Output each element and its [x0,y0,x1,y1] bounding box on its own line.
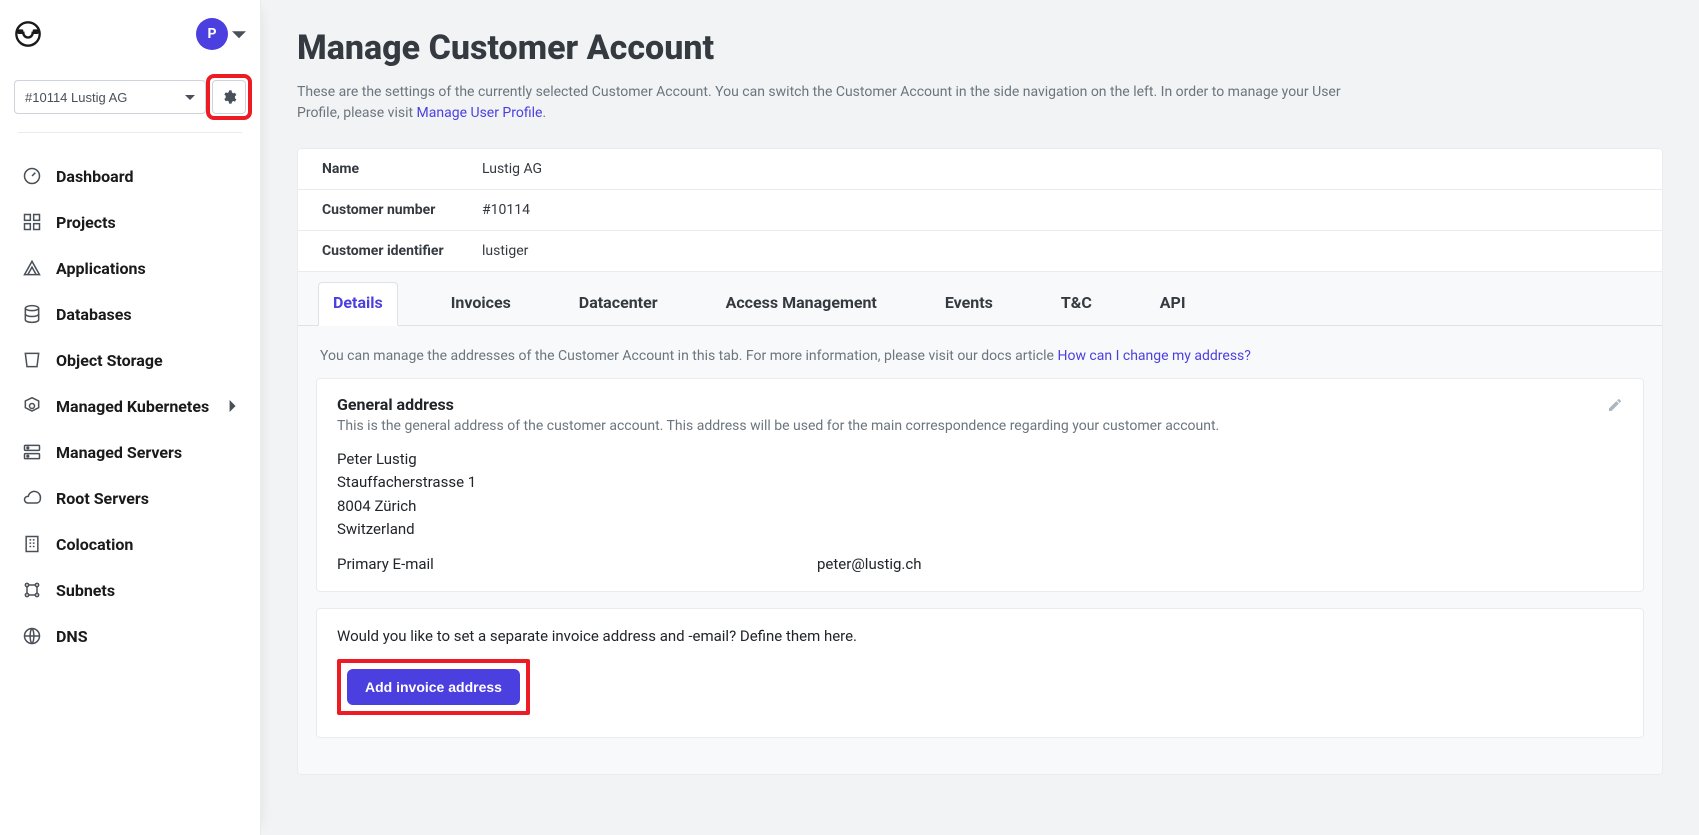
tab-tc[interactable]: T&C [1046,282,1107,325]
sidebar-item-label: Root Servers [56,489,149,508]
sidebar-item-dns[interactable]: DNS [14,613,246,659]
sidebar-item-dashboard[interactable]: Dashboard [14,153,246,199]
info-label: Name [322,161,482,177]
invoice-address-card: Would you like to set a separate invoice… [316,608,1644,738]
email-label: Primary E-mail [337,555,817,573]
sidebar-item-label: Applications [56,259,146,278]
invoice-prompt: Would you like to set a separate invoice… [337,627,1623,645]
bucket-icon [22,350,42,370]
account-selector[interactable]: #10114 Lustig AG [14,80,206,114]
tab-help: You can manage the addresses of the Cust… [316,342,1644,378]
grid-icon [22,212,42,232]
gauge-icon [22,166,42,186]
card-desc: This is the general address of the custo… [337,418,1219,434]
info-label: Customer number [322,202,482,218]
sidebar-item-label: Subnets [56,581,115,600]
chevron-down-icon [232,27,246,41]
tab-api[interactable]: API [1145,282,1201,325]
info-value: #10114 [482,202,530,218]
address-line: Stauffacherstrasse 1 [337,471,1623,494]
sidebar-item-label: Databases [56,305,132,324]
info-value: lustiger [482,243,528,259]
sidebar-item-object-storage[interactable]: Object Storage [14,337,246,383]
general-address-card: General address This is the general addr… [316,378,1644,592]
docs-link[interactable]: How can I change my address? [1057,348,1250,364]
tab-details[interactable]: Details [318,282,398,326]
gear-icon [221,89,237,105]
sidebar-item-label: Managed Servers [56,443,182,462]
tab-access-management[interactable]: Access Management [711,282,892,325]
sidebar-item-databases[interactable]: Databases [14,291,246,337]
tabs: Details Invoices Datacenter Access Manag… [298,272,1662,326]
manage-user-profile-link[interactable]: Manage User Profile [417,105,543,121]
sidebar-item-label: Managed Kubernetes [56,397,209,416]
globe-icon [22,626,42,646]
info-row: Name Lustig AG [298,149,1662,189]
server-icon [22,442,42,462]
sidebar-item-applications[interactable]: Applications [14,245,246,291]
sidebar-item-label: DNS [56,627,88,646]
add-invoice-address-button[interactable]: Add invoice address [347,669,520,705]
info-value: Lustig AG [482,161,542,177]
sidebar-item-managed-servers[interactable]: Managed Servers [14,429,246,475]
user-menu[interactable]: P [196,18,246,50]
sidebar-item-subnets[interactable]: Subnets [14,567,246,613]
main: Manage Customer Account These are the se… [261,0,1699,835]
address-line: 8004 Zürich [337,495,1623,518]
edit-icon[interactable] [1607,397,1623,413]
chevron-right-icon [226,400,238,412]
info-table: Name Lustig AG Customer number #10114 Cu… [298,149,1662,272]
account-settings-button[interactable] [212,80,246,114]
card-title: General address [337,395,1219,414]
account-panel: Name Lustig AG Customer number #10114 Cu… [297,148,1663,775]
page-subtitle: These are the settings of the currently … [297,82,1357,124]
apps-icon [22,258,42,278]
sidebar-item-label: Dashboard [56,167,133,186]
sidebar: P #10114 Lustig AG Dashboard Project [0,0,261,835]
kubernetes-icon [22,396,42,416]
sidebar-item-label: Colocation [56,535,133,554]
brand-logo [14,20,42,48]
database-icon [22,304,42,324]
sidebar-item-root-servers[interactable]: Root Servers [14,475,246,521]
sidebar-item-label: Object Storage [56,351,163,370]
building-icon [22,534,42,554]
cloud-icon [22,488,42,508]
sidebar-item-projects[interactable]: Projects [14,199,246,245]
sidebar-item-managed-kubernetes[interactable]: Managed Kubernetes [14,383,246,429]
avatar: P [196,18,228,50]
sidebar-item-colocation[interactable]: Colocation [14,521,246,567]
nav: Dashboard Projects Applications Database… [14,153,246,659]
tab-events[interactable]: Events [930,282,1008,325]
page-title: Manage Customer Account [297,28,1663,68]
address-line: Peter Lustig [337,448,1623,471]
email-value: peter@lustig.ch [817,555,922,573]
info-row: Customer identifier lustiger [298,230,1662,271]
network-icon [22,580,42,600]
info-label: Customer identifier [322,243,482,259]
tab-invoices[interactable]: Invoices [436,282,526,325]
sidebar-item-label: Projects [56,213,116,232]
tab-datacenter[interactable]: Datacenter [564,282,673,325]
address-line: Switzerland [337,518,1623,541]
info-row: Customer number #10114 [298,189,1662,230]
